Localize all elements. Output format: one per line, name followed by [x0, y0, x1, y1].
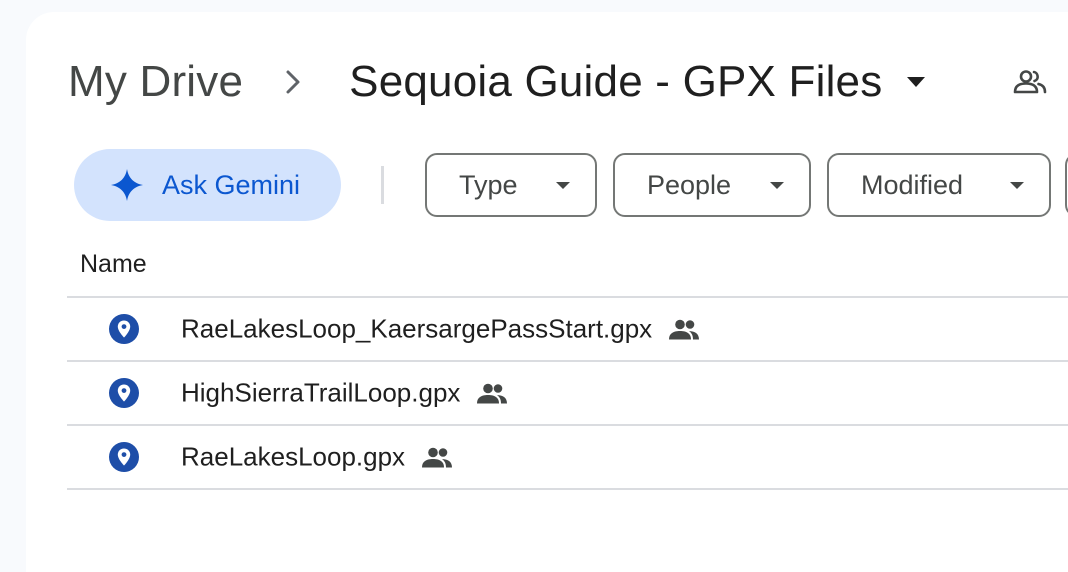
toolbar-divider — [381, 166, 384, 204]
file-name: RaeLakesLoop_KaersargePassStart.gpx — [181, 313, 653, 344]
file-name-cell: RaeLakesLoop.gpx — [181, 442, 453, 473]
ask-gemini-button[interactable]: Ask Gemini — [74, 149, 341, 221]
file-row[interactable]: RaeLakesLoop.gpx — [67, 426, 1068, 490]
people-icon — [668, 317, 700, 341]
file-name: HighSierraTrailLoop.gpx — [181, 377, 461, 408]
file-name: RaeLakesLoop.gpx — [181, 441, 406, 472]
caret-down-icon — [767, 179, 787, 191]
name-column-header[interactable]: Name — [80, 250, 147, 279]
breadcrumb: My Drive Sequoia Guide - GPX Files — [68, 52, 936, 112]
people-icon — [421, 445, 453, 469]
breadcrumb-my-drive[interactable]: My Drive — [68, 57, 243, 107]
type-filter-label: Type — [459, 169, 518, 200]
chevron-right-icon — [263, 62, 323, 102]
people-filter-label: People — [647, 169, 732, 200]
people-icon[interactable] — [1008, 62, 1052, 102]
people-icon — [476, 381, 508, 405]
modified-filter-chip[interactable]: Modified — [827, 153, 1051, 217]
caret-down-icon — [553, 179, 573, 191]
modified-filter-label: Modified — [861, 169, 964, 200]
caret-down-icon[interactable] — [896, 62, 936, 102]
ask-gemini-label: Ask Gemini — [162, 169, 301, 200]
people-filter-chip[interactable]: People — [613, 153, 811, 217]
caret-down-icon — [1007, 179, 1027, 191]
map-pin-icon — [109, 314, 139, 344]
breadcrumb-current-folder[interactable]: Sequoia Guide - GPX Files — [349, 57, 882, 107]
sparkle-icon — [111, 169, 143, 201]
file-list: RaeLakesLoop_KaersargePassStart.gpx High… — [67, 296, 1068, 490]
map-pin-icon — [109, 442, 139, 472]
map-pin-icon — [109, 378, 139, 408]
type-filter-chip[interactable]: Type — [425, 153, 597, 217]
file-row[interactable]: HighSierraTrailLoop.gpx — [67, 362, 1068, 426]
file-name-cell: HighSierraTrailLoop.gpx — [181, 378, 508, 409]
file-row[interactable]: RaeLakesLoop_KaersargePassStart.gpx — [67, 298, 1068, 362]
file-name-cell: RaeLakesLoop_KaersargePassStart.gpx — [181, 314, 700, 345]
